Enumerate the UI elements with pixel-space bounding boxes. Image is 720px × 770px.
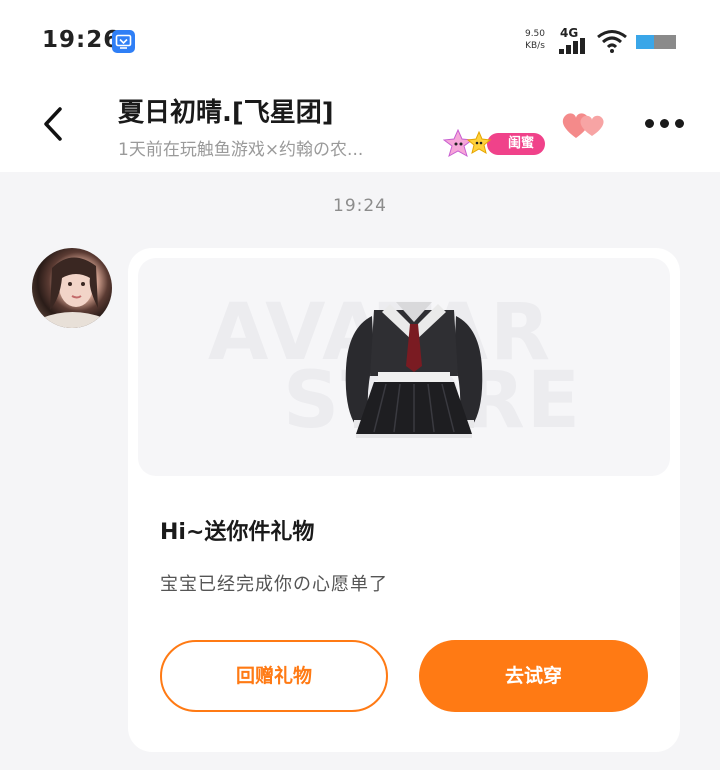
avatar[interactable]	[32, 248, 112, 328]
return-gift-button[interactable]: 回赠礼物	[160, 640, 388, 712]
school-uniform-outfit-image	[345, 302, 483, 438]
battery-icon	[636, 35, 676, 49]
notification-app-icon	[112, 30, 135, 53]
network-speed-value: 9.50	[524, 29, 546, 39]
gift-card-description: 宝宝已经完成你の心愿单了	[160, 574, 388, 595]
network-speed: 9.50 KB/s	[520, 28, 550, 52]
gift-card-title: Hi~送你件礼物	[160, 520, 315, 545]
gift-card: AVATAR STORE Hi~送你件礼物	[128, 248, 680, 752]
signal-icon	[559, 38, 585, 54]
message-timestamp: 19:24	[333, 196, 387, 216]
network-speed-unit: KB/s	[525, 41, 545, 51]
top-bar: 19:26 9.50 KB/s 4G 夏日初晴.[飞星团] 1天前在玩触鱼游戏×…	[0, 0, 720, 172]
try-on-button[interactable]: 去试穿	[419, 640, 648, 712]
gift-image[interactable]: AVATAR STORE	[138, 258, 670, 476]
status-time: 19:26	[42, 27, 121, 53]
relation-badge[interactable]: 闺蜜	[443, 129, 545, 158]
battery-level	[636, 35, 654, 49]
more-options-icon[interactable]	[643, 116, 685, 132]
star-icon	[443, 129, 492, 158]
chat-status-subtitle: 1天前在玩触鱼游戏×约翰の农...	[118, 140, 364, 160]
chat-title[interactable]: 夏日初晴.[飞星团]	[118, 92, 334, 129]
back-icon[interactable]	[40, 106, 70, 142]
hearts-icon[interactable]	[560, 110, 610, 140]
wifi-icon	[597, 30, 627, 53]
